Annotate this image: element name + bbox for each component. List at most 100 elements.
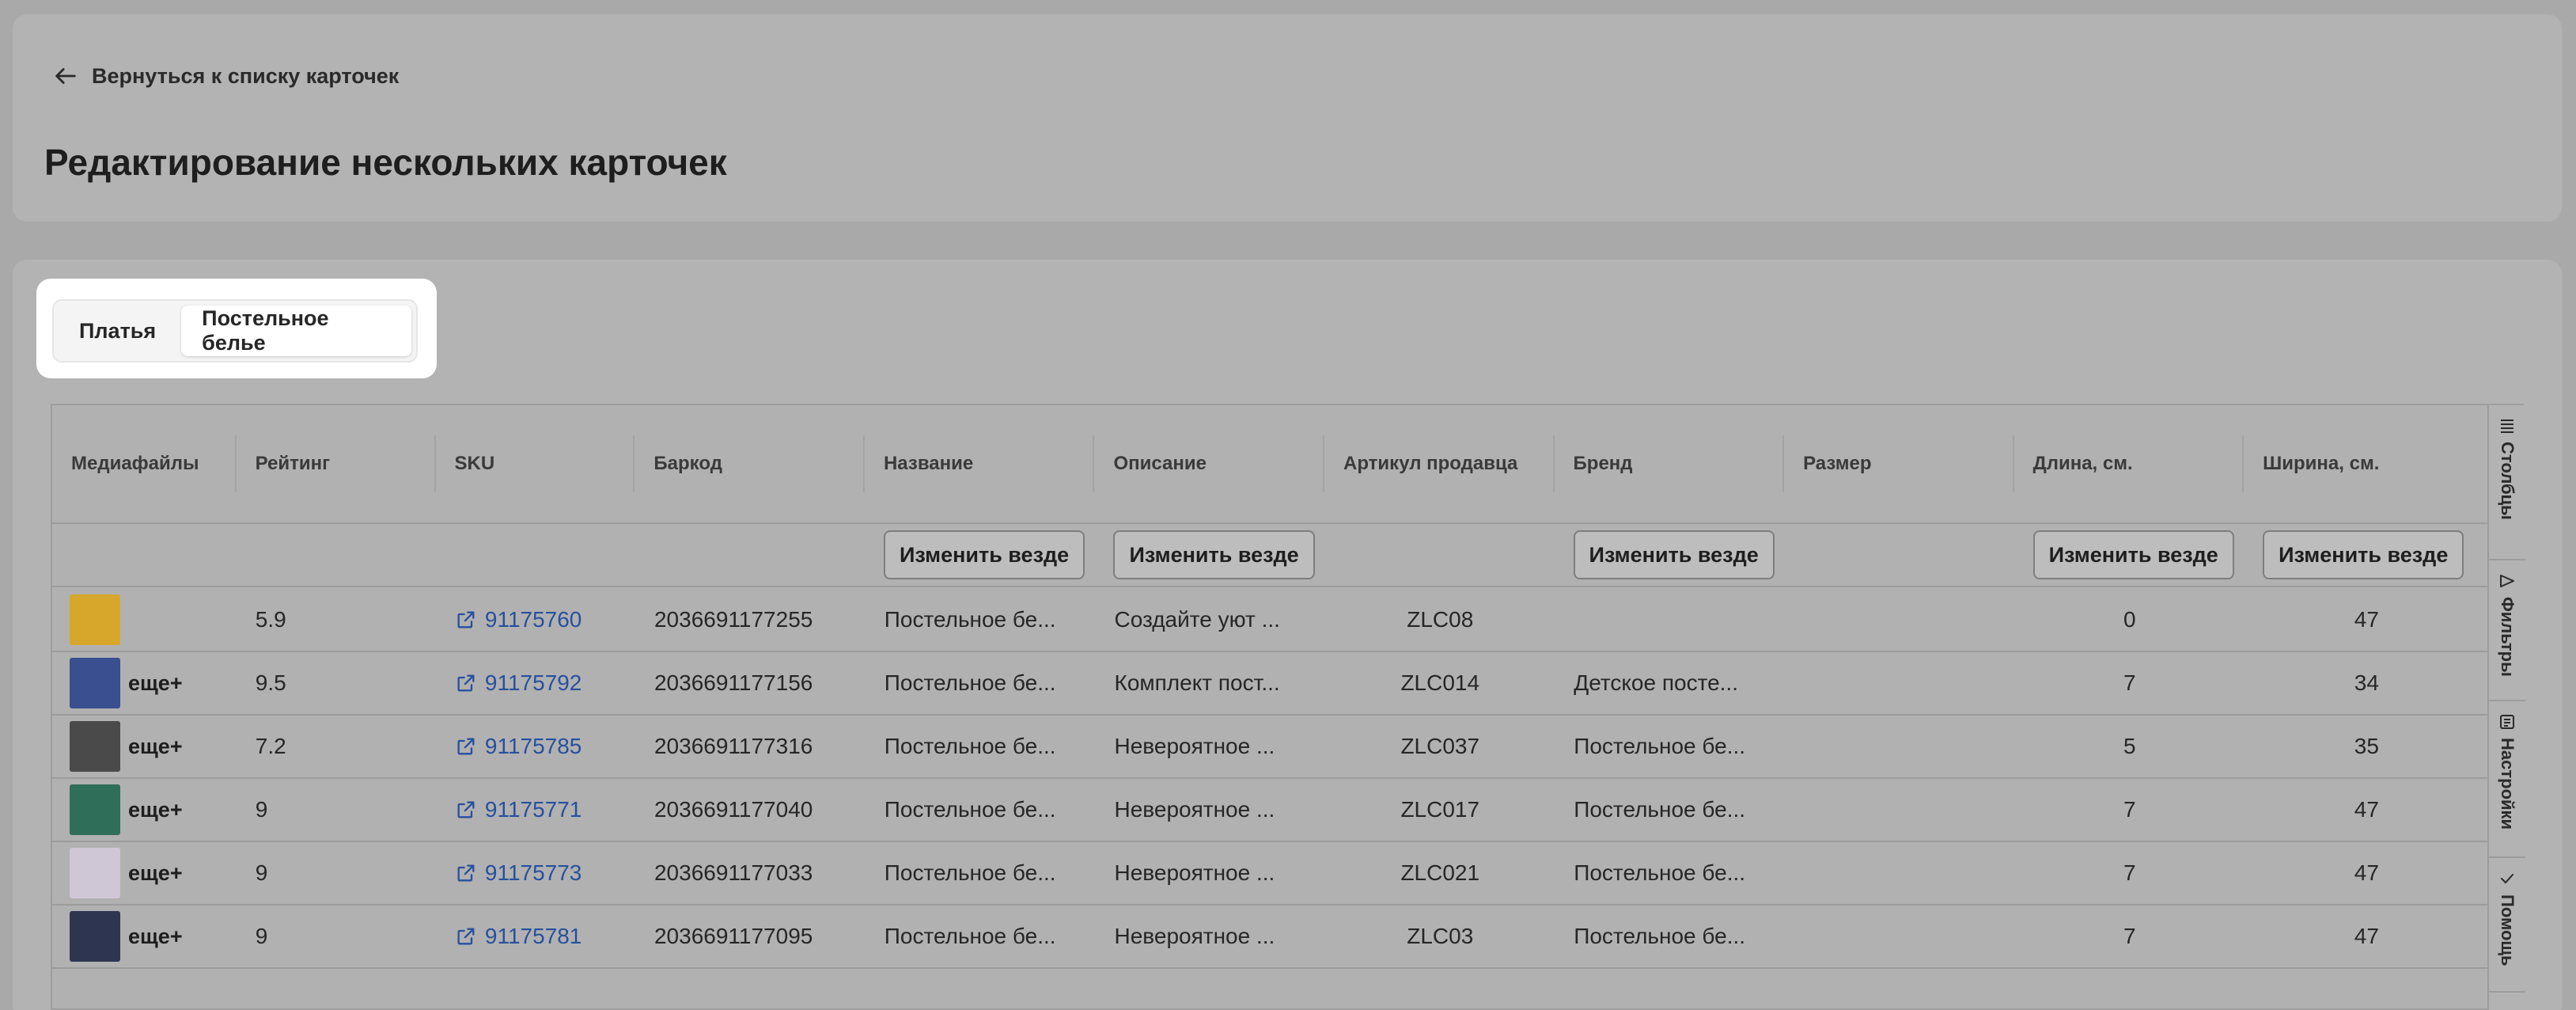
- sku-link[interactable]: 91175771: [455, 797, 581, 822]
- settings-panel-button[interactable]: Настройки: [2489, 701, 2525, 858]
- cell-article[interactable]: ZLC017: [1325, 779, 1555, 841]
- cell-name[interactable]: Постельное бе...: [866, 779, 1096, 841]
- table-row[interactable]: еще+ 9 91175771 2036691177040 Постельное бе.…: [52, 779, 2489, 842]
- column-header-sku[interactable]: SKU: [436, 405, 635, 522]
- column-header-media[interactable]: Медиафайлы: [52, 405, 237, 522]
- cell-article[interactable]: ZLC014: [1325, 652, 1555, 714]
- cell-barcode: 2036691177156: [653, 670, 813, 695]
- sku-link[interactable]: 91175785: [455, 734, 582, 759]
- table-row[interactable]: еще+ 7.2 91175785 2036691177316 Постельное б…: [52, 716, 2489, 779]
- cell-description[interactable]: Невероятное ...: [1096, 716, 1326, 777]
- edit-all-width-button[interactable]: Изменить везде: [2263, 530, 2464, 579]
- cell-article[interactable]: ZLC08: [1325, 589, 1555, 651]
- sku-value: 91175760: [484, 607, 582, 632]
- cell-name[interactable]: Постельное бе...: [866, 716, 1096, 777]
- cell-description[interactable]: Комплект пост...: [1096, 652, 1326, 714]
- edit-all-description-button[interactable]: Изменить везде: [1113, 530, 1315, 579]
- cell-size[interactable]: [1785, 906, 2015, 967]
- cell-name[interactable]: Постельное бе...: [866, 589, 1096, 651]
- product-thumbnail[interactable]: [70, 658, 120, 708]
- back-to-cards-link[interactable]: Вернуться к списку карточек: [52, 60, 399, 92]
- cell-name[interactable]: Постельное бе...: [866, 842, 1096, 904]
- tab-dresses[interactable]: Платья: [59, 306, 176, 356]
- cell-length[interactable]: 0: [2015, 589, 2245, 651]
- cell-article[interactable]: ZLC021: [1325, 842, 1555, 904]
- cell-size[interactable]: [1785, 652, 2015, 714]
- cell-size[interactable]: [1785, 842, 2015, 904]
- external-link-icon: [457, 674, 475, 692]
- cell-description[interactable]: Невероятное ...: [1096, 906, 1326, 967]
- cell-length[interactable]: 7: [2015, 906, 2245, 967]
- help-panel-button[interactable]: Помощь: [2489, 858, 2525, 993]
- cell-sku: 91175785: [436, 716, 635, 777]
- cell-length[interactable]: 7: [2015, 842, 2245, 904]
- column-header-length[interactable]: Длина, см.: [2014, 405, 2245, 522]
- cell-description[interactable]: Создайте уют ...: [1096, 589, 1326, 651]
- cell-sku: 91175773: [436, 842, 635, 904]
- column-header-width[interactable]: Ширина, см.: [2244, 405, 2489, 522]
- sku-link[interactable]: 91175792: [455, 670, 581, 696]
- cell-size[interactable]: [1785, 589, 2015, 651]
- cell-description[interactable]: Невероятное ...: [1096, 779, 1326, 841]
- sku-value: 91175785: [484, 734, 582, 758]
- cell-barcode: 2036691177316: [653, 734, 813, 758]
- cell-article[interactable]: ZLC037: [1325, 716, 1555, 777]
- sku-value: 91175773: [484, 860, 582, 885]
- cell-width[interactable]: 34: [2245, 652, 2489, 714]
- cell-width[interactable]: 47: [2245, 842, 2489, 904]
- more-media-link[interactable]: еще+: [128, 925, 183, 949]
- tab-bedding[interactable]: Постельное белье: [181, 306, 411, 356]
- table-row[interactable]: еще+ 9.5 91175792 2036691177156 Постельное б…: [52, 652, 2489, 716]
- product-thumbnail[interactable]: [70, 848, 120, 898]
- column-header-name[interactable]: Название: [865, 405, 1095, 522]
- cell-brand[interactable]: Детское посте...: [1555, 652, 1785, 714]
- column-header-size[interactable]: Размер: [1784, 405, 2014, 522]
- cell-brand[interactable]: Постельное бе...: [1555, 716, 1785, 777]
- cell-name[interactable]: Постельное бе...: [866, 906, 1096, 967]
- column-header-description[interactable]: Описание: [1094, 405, 1324, 522]
- product-thumbnail[interactable]: [70, 784, 120, 835]
- edit-all-length-button[interactable]: Изменить везде: [2032, 530, 2234, 579]
- product-thumbnail[interactable]: [70, 911, 120, 962]
- cell-description[interactable]: Невероятное ...: [1096, 842, 1326, 904]
- external-link-icon: [457, 738, 475, 755]
- cell-length[interactable]: 5: [2015, 716, 2245, 777]
- edit-all-name-button[interactable]: Изменить везде: [883, 530, 1085, 579]
- filters-panel-button[interactable]: Фильтры: [2489, 560, 2525, 701]
- sku-link[interactable]: 91175781: [455, 924, 581, 949]
- cell-brand[interactable]: Постельное бе...: [1555, 906, 1785, 967]
- sku-link[interactable]: 91175773: [455, 860, 582, 886]
- cell-sku: 91175781: [436, 906, 635, 967]
- columns-panel-button[interactable]: Столбцы: [2489, 405, 2525, 560]
- table-row[interactable]: еще+ 9 91175773 2036691177033 Постельное бе.…: [52, 842, 2489, 906]
- cell-length[interactable]: 7: [2015, 652, 2245, 714]
- cell-brand[interactable]: Постельное бе...: [1555, 779, 1785, 841]
- more-media-link[interactable]: еще+: [128, 861, 183, 886]
- cell-length[interactable]: 7: [2015, 779, 2245, 841]
- column-header-barcode[interactable]: Баркод: [635, 405, 865, 522]
- more-media-link[interactable]: еще+: [128, 798, 183, 822]
- cell-width[interactable]: 47: [2245, 589, 2489, 651]
- cell-size[interactable]: [1785, 716, 2015, 777]
- cell-article[interactable]: ZLC03: [1325, 906, 1555, 967]
- product-thumbnail[interactable]: [70, 721, 120, 772]
- cell-size[interactable]: [1785, 779, 2015, 841]
- cell-brand[interactable]: [1555, 589, 1785, 651]
- more-media-link[interactable]: еще+: [128, 735, 183, 759]
- column-header-article[interactable]: Артикул продавца: [1324, 405, 1555, 522]
- cell-barcode: 2036691177095: [653, 924, 813, 948]
- edit-all-brand-button[interactable]: Изменить везде: [1573, 530, 1775, 579]
- column-header-brand[interactable]: Бренд: [1555, 405, 1785, 522]
- cell-width[interactable]: 47: [2245, 779, 2489, 841]
- table-row[interactable]: еще+ 9 91175781 2036691177095 Постельное бе.…: [52, 906, 2489, 969]
- cell-brand[interactable]: Постельное бе...: [1555, 842, 1785, 904]
- cell-width[interactable]: 35: [2245, 716, 2489, 777]
- more-media-link[interactable]: еще+: [128, 671, 183, 696]
- table-row[interactable]: 5.9 91175760 2036691177255 Постельное бе...…: [52, 589, 2489, 652]
- cell-name[interactable]: Постельное бе...: [866, 652, 1096, 714]
- cell-width[interactable]: 47: [2245, 906, 2489, 967]
- column-header-rating[interactable]: Рейтинг: [237, 405, 436, 522]
- sku-link[interactable]: 91175760: [455, 607, 582, 632]
- product-thumbnail[interactable]: [70, 594, 120, 645]
- external-link-icon: [457, 801, 475, 818]
